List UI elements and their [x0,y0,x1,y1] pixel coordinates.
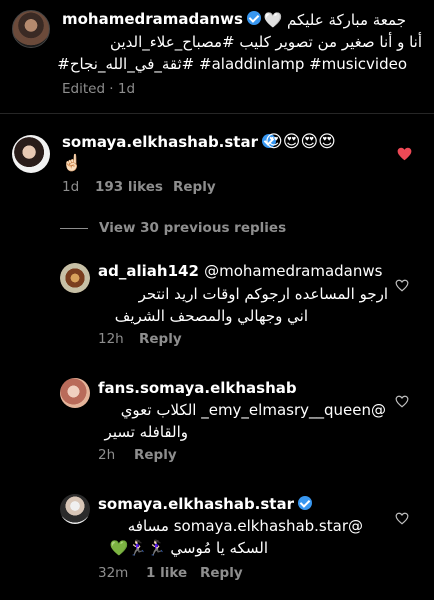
caption-line-1: جمعة مباركة عليكم 🤍 [263,11,406,29]
reply-line-1: ارجو المساعده ارجوكم اوقات اريد انتحر [138,285,388,303]
reply-line-1: @emy_elmasry__queen_ الكلاب تعوي [120,401,386,419]
reply-line-2: والقافله تسير [104,423,188,441]
reply-time: 2h [98,447,116,463]
divider [0,113,434,114]
comment-username[interactable]: somaya.elkhashab.star [62,133,258,151]
caption-username[interactable]: mohamedramadanws [62,10,243,28]
reply-meta: 2h Reply [98,447,177,463]
avatar[interactable] [12,135,50,173]
reply-header: ad_aliah142 @mohamedramadanws [98,262,418,280]
reply-line-2: اني وجهالي والمصحف الشريف [114,307,308,325]
reply-time: 32m [98,565,129,581]
reply-time: 12h [98,331,124,347]
avatar[interactable] [60,263,90,293]
reply-line-1: @somaya.elkhashab.star مسافه [127,517,363,535]
thread-line [60,228,88,229]
caption-meta: Edited · 1d [62,81,136,97]
verified-icon [298,496,312,510]
reply-username[interactable]: somaya.elkhashab.star [98,495,294,513]
reply-button[interactable]: Reply [134,447,177,463]
reply-button[interactable]: Reply [200,565,243,581]
view-previous-replies[interactable]: View 30 previous replies [99,220,286,236]
avatar[interactable] [12,10,50,48]
like-heart-outline-icon[interactable] [395,395,409,408]
caption-line-3: aladdinlamp #musicvideo# #ثقة_في_الله_نج… [57,55,407,73]
caption-username-row[interactable]: mohamedramadanws [62,10,261,28]
comment-text: 😍😍😍😍 [265,132,336,152]
comment-time: 1d [62,179,80,195]
reply-meta: 32m 1 like Reply [98,565,243,581]
like-heart-outline-icon[interactable] [395,512,409,525]
reply-username[interactable]: fans.somaya.elkhashab [98,379,297,397]
like-heart-outline-icon[interactable] [395,279,409,292]
avatar[interactable] [60,494,90,524]
comment-username-row[interactable]: somaya.elkhashab.star [62,133,276,151]
reply-button[interactable]: Reply [139,331,182,347]
reply-username[interactable]: ad_aliah142 [98,262,199,280]
reply-mention[interactable]: @mohamedramadanws [204,262,382,280]
comment-text-2: ☝🏻 [62,153,82,172]
reply-button[interactable]: Reply [173,179,216,195]
reply-line-2: السكه يا مُوسي 🏃🏻‍♀️🏃🏻‍♀️💚 [109,539,268,557]
reply-likes[interactable]: 1 like [146,565,187,581]
comment-meta: 1d 193 likes Reply [62,179,216,195]
reply-meta: 12h Reply [98,331,182,347]
reply-username-row[interactable]: somaya.elkhashab.star [98,495,312,513]
avatar[interactable] [60,378,90,408]
caption-line-2: أنا و أنا صغير من تصوير كليب #مصباح_علاء… [110,33,422,51]
comment-likes[interactable]: 193 likes [95,179,163,195]
like-heart-icon[interactable] [397,147,412,161]
